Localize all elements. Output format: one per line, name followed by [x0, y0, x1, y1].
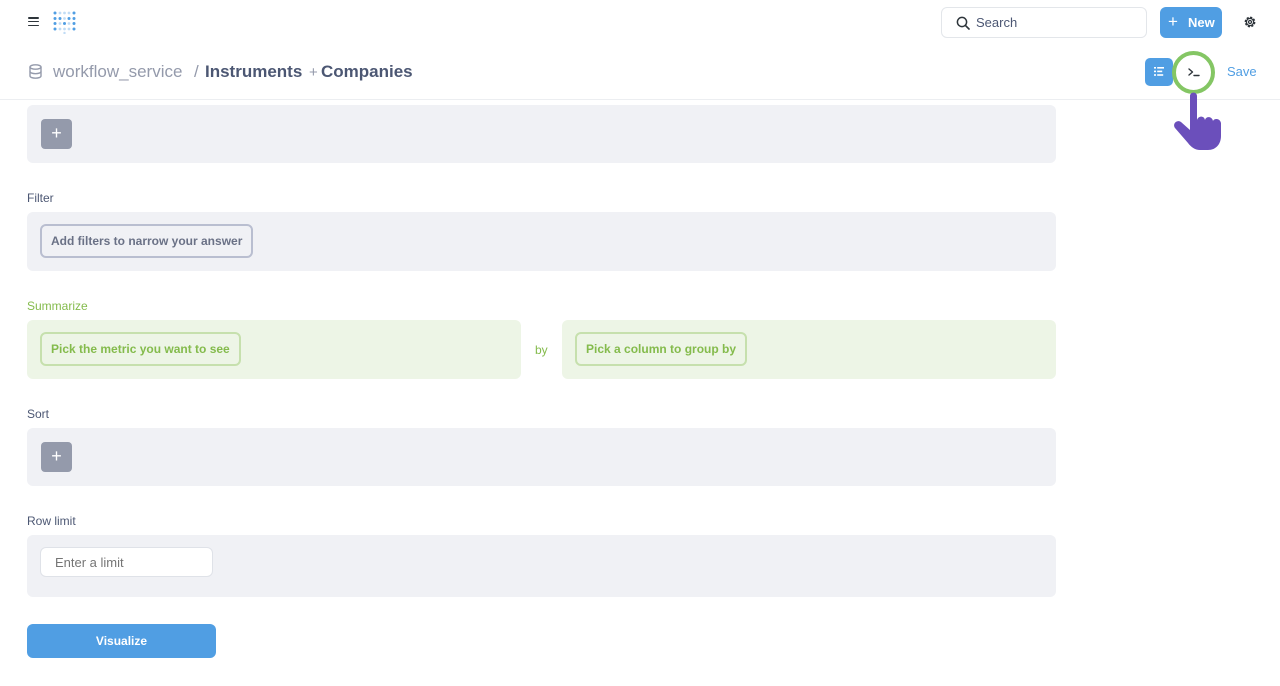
row-limit-step-label: Row limit [27, 514, 76, 528]
notebook-icon [1154, 67, 1164, 76]
add-join-button[interactable]: + [41, 119, 72, 149]
summarize-group-box: Pick a column to group by [562, 320, 1056, 379]
query-header: workflow_service / Instruments + Compani… [0, 44, 1280, 100]
plus-icon: + [1168, 12, 1178, 31]
breadcrumb-database[interactable]: workflow_service [53, 62, 182, 82]
breadcrumb-joined-table[interactable]: Companies [321, 62, 413, 82]
save-button[interactable]: Save [1227, 64, 1257, 79]
sort-step-label: Sort [27, 407, 50, 421]
summarize-by-label: by [535, 343, 548, 357]
metabase-logo[interactable] [53, 11, 76, 34]
highlight-ring [1172, 51, 1215, 94]
search-bar[interactable]: Search [941, 7, 1147, 38]
new-button-label: New [1188, 15, 1215, 30]
pick-metric-button[interactable]: Pick the metric you want to see [40, 332, 241, 366]
breadcrumb-join-plus: + [309, 64, 318, 81]
data-step-box: + [27, 105, 1056, 163]
breadcrumb-table[interactable]: Instruments [205, 62, 302, 82]
add-sort-button[interactable]: + [41, 442, 72, 472]
database-icon [29, 64, 42, 79]
summarize-metric-box: Pick the metric you want to see [27, 320, 521, 379]
gear-icon[interactable] [1243, 15, 1257, 29]
filter-step-box: Add filters to narrow your answer [27, 212, 1056, 271]
visualize-button[interactable]: Visualize [27, 624, 216, 658]
notebook-toggle-button[interactable] [1145, 58, 1173, 86]
filter-step-label: Filter [27, 191, 54, 205]
pick-group-column-button[interactable]: Pick a column to group by [575, 332, 748, 366]
summarize-step-label: Summarize [27, 299, 88, 313]
top-navbar: Search + New [0, 0, 1280, 44]
pointing-hand-icon [1174, 92, 1221, 150]
new-button[interactable]: + New [1160, 7, 1222, 38]
add-filter-button[interactable]: Add filters to narrow your answer [40, 224, 254, 258]
search-label: Search [976, 15, 1018, 30]
row-limit-step-box [27, 535, 1056, 597]
search-icon [956, 16, 970, 30]
breadcrumb-separator: / [194, 62, 199, 81]
hamburger-icon[interactable] [28, 17, 39, 27]
sort-step-box: + [27, 428, 1056, 486]
row-limit-input[interactable] [40, 547, 213, 577]
